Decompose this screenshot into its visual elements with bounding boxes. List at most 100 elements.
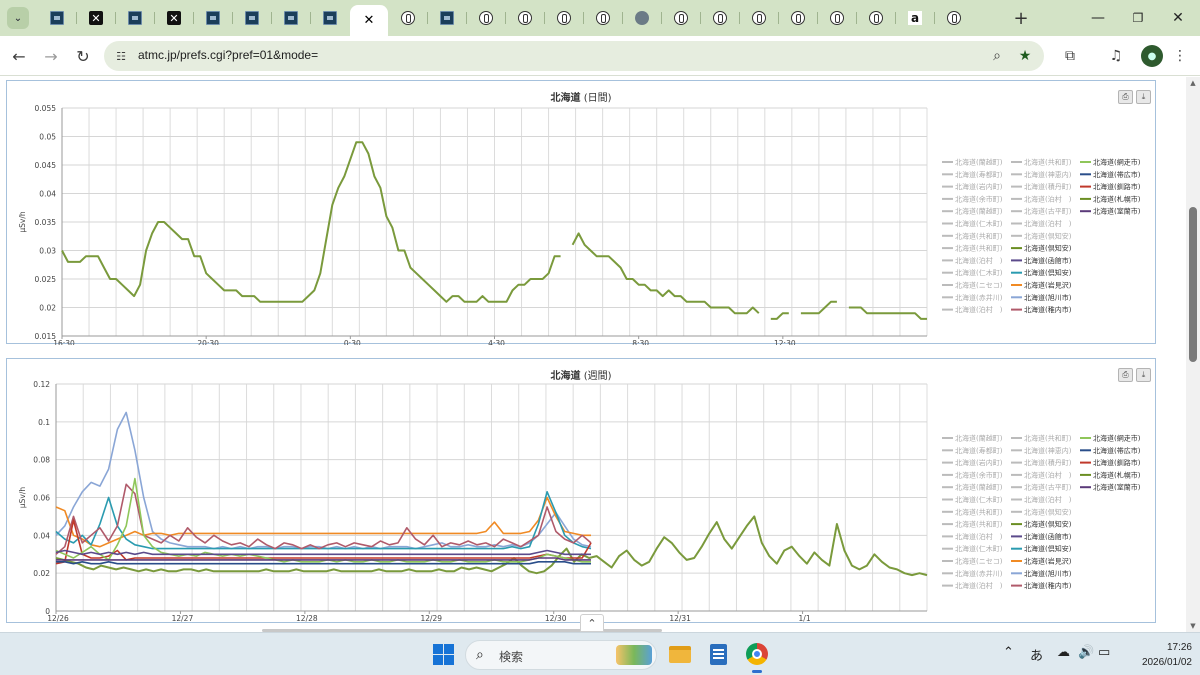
y-tick-label: 0.04 — [39, 190, 56, 199]
tab[interactable] — [194, 5, 232, 31]
legend-item: 北海道(岩内町) — [955, 182, 1003, 191]
legend-item: 北海道(釧路市) — [1093, 458, 1141, 467]
info-favicon — [557, 11, 571, 25]
taskbar-search[interactable]: ⌕ 検索 — [465, 640, 657, 670]
chrome-button[interactable] — [744, 641, 770, 673]
tab-active[interactable]: ✕ — [350, 5, 388, 36]
plus-icon: + — [1013, 7, 1029, 29]
y-tick-label: 0.12 — [33, 380, 50, 389]
tab[interactable] — [623, 5, 661, 31]
close-icon: ✕ — [1172, 10, 1184, 26]
legend-item: 北海道(共和町) — [1024, 158, 1072, 167]
legend-item: 北海道(倶知安) — [1024, 231, 1072, 240]
system-clock[interactable]: 17:26 2026/01/02 — [1120, 640, 1192, 670]
tab[interactable] — [545, 5, 583, 31]
tab[interactable]: a — [896, 5, 934, 31]
tab[interactable] — [272, 5, 310, 31]
info-favicon — [791, 11, 805, 25]
tab[interactable] — [857, 5, 895, 31]
series-line — [55, 549, 591, 556]
legend-item: 北海道(赤井川) — [955, 569, 1003, 578]
profile-avatar[interactable]: ● — [1141, 45, 1163, 67]
tab[interactable] — [506, 5, 544, 31]
zoom-icon[interactable]: ⌕ — [987, 46, 1007, 66]
info-favicon — [674, 11, 688, 25]
legend-item: 北海道(共和町) — [955, 244, 1003, 253]
scroll-down-arrow-icon[interactable]: ▼ — [1189, 622, 1197, 630]
tab[interactable] — [311, 5, 349, 31]
clock-date: 2026/01/02 — [1141, 657, 1192, 668]
tab[interactable] — [779, 5, 817, 31]
tab[interactable] — [116, 5, 154, 31]
x-tick-label: 4:30 — [488, 339, 505, 345]
tab[interactable] — [428, 5, 466, 31]
info-favicon — [518, 11, 532, 25]
legend-item: 北海道(倶知安) — [1024, 544, 1072, 553]
forward-button[interactable]: → — [40, 45, 62, 67]
reload-button[interactable]: ↻ — [72, 45, 94, 67]
file-explorer-button[interactable] — [667, 641, 693, 667]
legend-item: 北海道(帯広市) — [1093, 170, 1141, 179]
info-favicon — [830, 11, 844, 25]
menu-icon[interactable]: ⋮ — [1170, 46, 1190, 66]
tab[interactable] — [38, 5, 76, 31]
collapse-button[interactable]: ⌃ — [580, 614, 604, 632]
tab[interactable] — [467, 5, 505, 31]
scroll-up-arrow-icon[interactable]: ▲ — [1189, 79, 1197, 87]
tab-search-button[interactable]: ⌄ — [7, 7, 29, 29]
tab[interactable] — [935, 5, 973, 31]
address-bar[interactable]: ☷ atmc.jp/prefs.cgi?pref=01&mode= ⌕ ★ — [104, 41, 1044, 71]
series-line — [55, 496, 591, 548]
tab[interactable] — [818, 5, 856, 31]
arrow-left-icon: ← — [12, 46, 26, 66]
legend-item: 北海道(札幌市) — [1093, 194, 1141, 203]
tab-strip: ⌄ ✕ ✕ ✕ a + — ❐ ✕ — [0, 0, 1200, 36]
atmc-favicon — [128, 11, 142, 25]
tab[interactable] — [584, 5, 622, 31]
battery-icon[interactable]: ▭ — [1098, 645, 1110, 660]
restore-button[interactable]: ❐ — [1118, 6, 1158, 30]
x-tick-label: 12/26 — [47, 614, 69, 623]
tab[interactable]: ✕ — [155, 5, 193, 31]
tab[interactable] — [389, 5, 427, 31]
info-favicon — [869, 11, 883, 25]
tab[interactable] — [662, 5, 700, 31]
tab[interactable] — [233, 5, 271, 31]
legend-item: 北海道(稚内市) — [1024, 581, 1072, 590]
media-control-icon[interactable]: ♫ — [1106, 46, 1126, 66]
legend-item: 北海道(泊村 ) — [1024, 194, 1072, 203]
notepad-button[interactable] — [705, 641, 731, 667]
new-tab-button[interactable]: + — [1010, 7, 1032, 29]
network-icon[interactable]: ☁ — [1057, 645, 1070, 660]
legend-item: 北海道(積丹町) — [1024, 458, 1072, 467]
series-line — [55, 411, 592, 550]
site-info-icon[interactable]: ☷ — [112, 47, 130, 65]
tab[interactable]: ✕ — [77, 5, 115, 31]
tab[interactable] — [740, 5, 778, 31]
scroll-thumb[interactable] — [1189, 207, 1197, 362]
y-tick-label: 0.08 — [33, 456, 50, 465]
extensions-icon[interactable]: ⧉ — [1060, 46, 1080, 66]
volume-icon[interactable]: 🔊 — [1078, 645, 1094, 660]
page-scrollbar[interactable]: ▲ ▼ — [1186, 77, 1200, 632]
tray-overflow-chevron-icon[interactable]: ⌃ — [1003, 645, 1014, 660]
minimize-button[interactable]: — — [1078, 6, 1118, 30]
legend-item: 北海道(岩見沢) — [1024, 281, 1072, 290]
start-button[interactable] — [433, 644, 454, 665]
legend-item: 北海道(倶知安) — [1024, 244, 1072, 253]
legend-item: 北海道(泊村 ) — [955, 532, 1003, 541]
y-tick-label: 0.025 — [35, 275, 57, 284]
back-button[interactable]: ← — [8, 45, 30, 67]
legend-item: 北海道(蘭越町) — [955, 207, 1003, 216]
legend-item: 北海道(共和町) — [955, 507, 1003, 516]
close-icon[interactable]: ✕ — [362, 13, 376, 28]
y-tick-label: 0.02 — [33, 569, 50, 578]
y-tick-label: 0.055 — [35, 104, 57, 113]
taskbar-search-placeholder: 検索 — [499, 650, 524, 664]
close-window-button[interactable]: ✕ — [1158, 6, 1198, 30]
bookmark-star-icon[interactable]: ★ — [1015, 46, 1035, 66]
taskbar: ⌕ 検索 ⌃ あ ☁ 🔊 ▭ 17:26 2026/01/02 — [0, 632, 1200, 675]
tab[interactable] — [701, 5, 739, 31]
ime-indicator[interactable]: あ — [1030, 645, 1043, 664]
x-tick-label: 12/30 — [545, 614, 567, 623]
